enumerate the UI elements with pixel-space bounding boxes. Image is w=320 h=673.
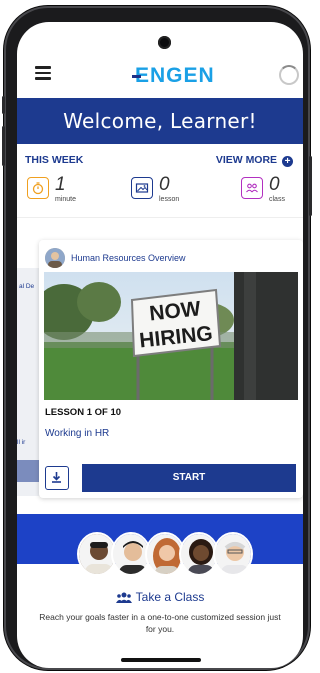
course-avatar [45, 248, 65, 268]
previous-card-title-fragment: al De [19, 283, 35, 290]
instructor-faces [77, 532, 257, 584]
app-screen: ENGEN Welcome, Learner! THIS WEEK VIEW M… [17, 22, 303, 668]
take-class-description: Reach your goals faster in a one-to-one … [39, 612, 281, 634]
loading-spinner-icon [279, 65, 299, 85]
take-class-link[interactable]: Take a Class [17, 590, 303, 606]
lesson-title[interactable]: Working in HR [45, 428, 109, 439]
stopwatch-icon [27, 177, 49, 199]
front-camera [158, 36, 171, 49]
phone-frame: ENGEN Welcome, Learner! THIS WEEK VIEW M… [2, 6, 312, 670]
course-image: NOW HIRING [44, 272, 298, 400]
stat-classes-value: 0 [269, 174, 280, 195]
hamburger-menu-icon[interactable] [35, 66, 51, 80]
stat-classes-label: class [269, 196, 285, 203]
course-name: Human Resources Overview [71, 253, 186, 263]
download-icon [52, 472, 61, 483]
home-indicator[interactable] [121, 658, 201, 662]
lesson-progress-label: LESSON 1 OF 10 [45, 407, 122, 418]
previous-card-lesson-fragment: ll ir [17, 439, 26, 446]
lesson-image-icon [131, 177, 153, 199]
engen-logo: ENGEN [132, 64, 215, 88]
stat-lessons-label: lesson [159, 196, 180, 203]
instructor-avatar [213, 532, 253, 576]
app-header: ENGEN [17, 54, 303, 96]
plus-circle-icon: + [282, 156, 293, 167]
welcome-banner: Welcome, Learner! [17, 98, 303, 144]
this-week-title: THIS WEEK [25, 154, 84, 166]
stat-minutes-label: minute [55, 196, 77, 203]
start-button[interactable]: START [82, 464, 296, 492]
course-card[interactable]: Human Resources Overview NOW HIRING LESS… [39, 240, 303, 498]
people-icon [241, 177, 263, 199]
view-more-link[interactable]: VIEW MORE + [216, 154, 293, 167]
download-button[interactable] [45, 466, 69, 490]
stat-lessons-value: 0 [159, 174, 170, 195]
stat-minutes-value: 1 [55, 174, 66, 195]
this-week-panel: THIS WEEK VIEW MORE + 1 minute 0 lesson [17, 144, 303, 218]
people-icon [115, 592, 132, 606]
